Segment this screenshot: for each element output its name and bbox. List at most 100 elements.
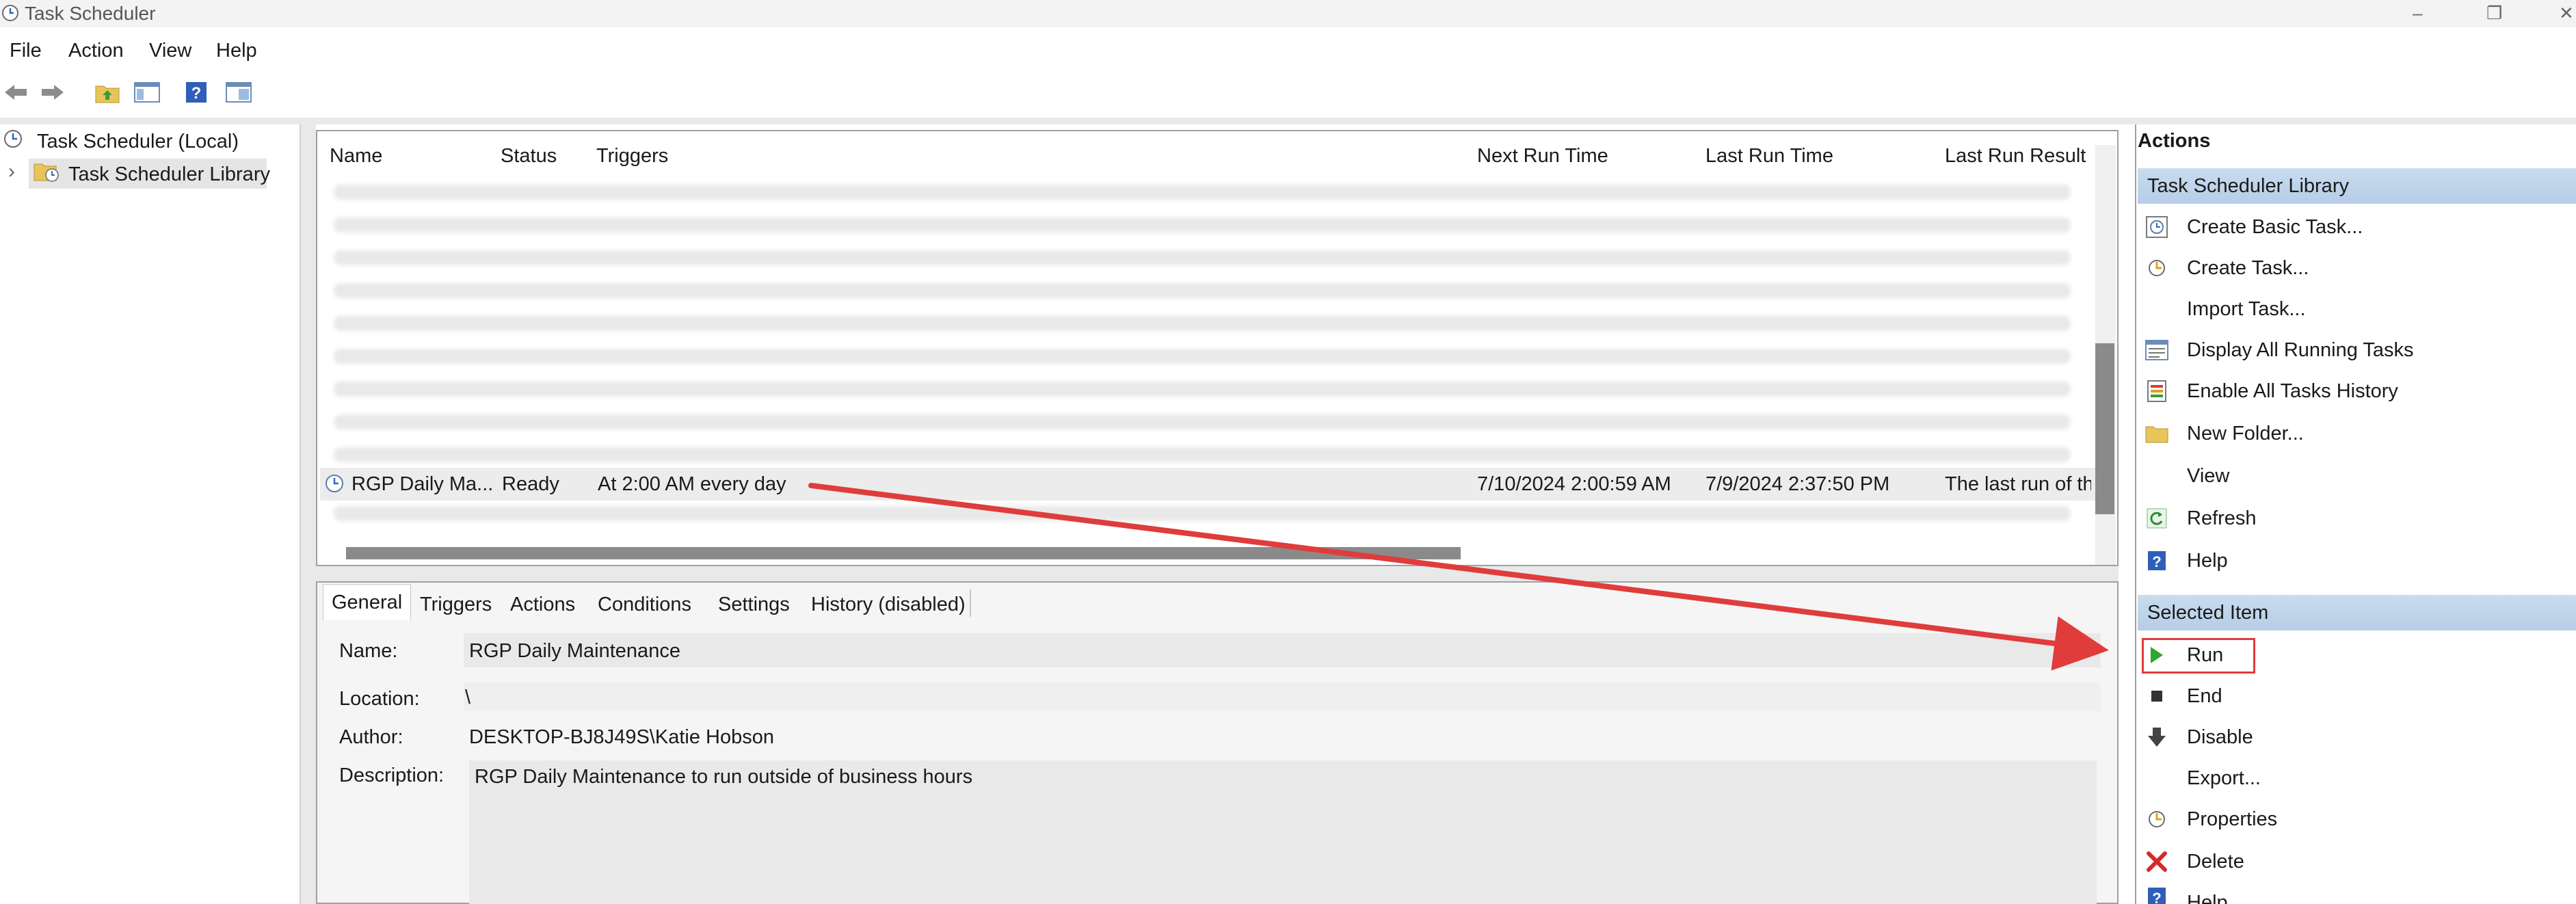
end-icon (2143, 682, 2170, 710)
action-import-task[interactable]: Import Task... (2143, 290, 2306, 328)
window-title: Task Scheduler (25, 3, 156, 24)
action-disable[interactable]: Disable (2143, 718, 2253, 756)
section-header-selected-item[interactable]: Selected Item (2138, 595, 2576, 630)
action-help-selected[interactable]: ? Help (2143, 883, 2228, 904)
action-label: Properties (2187, 808, 2278, 830)
create-task-icon (2143, 254, 2170, 282)
maximize-button[interactable]: ❐ (2486, 3, 2502, 24)
folder-up-icon[interactable] (92, 77, 123, 108)
action-label: Create Task... (2187, 256, 2309, 279)
action-create-task[interactable]: Create Task... (2143, 249, 2309, 287)
table-row-blurred[interactable] (334, 217, 2071, 232)
column-header-last-run-time[interactable]: Last Run Time (1705, 145, 1833, 168)
properties-icon (2143, 806, 2170, 833)
close-button[interactable]: ✕ (2559, 3, 2574, 24)
tab-history[interactable]: History (disabled) (808, 589, 968, 620)
horizontal-scrollbar-thumb[interactable] (346, 547, 1461, 559)
menu-view[interactable]: View (149, 40, 191, 62)
table-row-blurred[interactable] (334, 506, 2071, 521)
history-icon (2143, 377, 2170, 405)
blank-icon (2143, 765, 2170, 792)
action-display-running-tasks[interactable]: Display All Running Tasks (2143, 331, 2414, 369)
expand-chevron-icon[interactable]: › (8, 160, 15, 183)
console-tree (0, 124, 301, 904)
column-header-triggers[interactable]: Triggers (596, 145, 668, 168)
name-field[interactable] (464, 633, 2101, 667)
table-row-blurred[interactable] (334, 185, 2071, 200)
task-list: Name Status Triggers Next Run Time Last … (316, 130, 2119, 566)
tree-item-library[interactable]: Task Scheduler Library (33, 160, 270, 189)
help-icon[interactable]: ? (181, 77, 212, 108)
help-icon: ? (2143, 883, 2170, 904)
action-label: Create Basic Task... (2187, 215, 2363, 238)
menu-action[interactable]: Action (68, 40, 124, 62)
action-end[interactable]: End (2143, 677, 2222, 715)
tab-triggers[interactable]: Triggers (417, 589, 494, 620)
action-run[interactable]: Run (2143, 636, 2223, 674)
table-row-blurred[interactable] (334, 283, 2071, 298)
svg-text:?: ? (191, 84, 202, 103)
task-scheduler-app-icon (1, 4, 19, 22)
table-row-blurred[interactable] (334, 250, 2071, 265)
minimize-button[interactable]: – (2413, 3, 2422, 24)
tree-splitter[interactable] (301, 124, 316, 904)
table-row-blurred[interactable] (334, 447, 2071, 462)
tab-actions[interactable]: Actions (507, 589, 578, 620)
task-last-run-cell: 7/9/2024 2:37:50 PM (1705, 473, 1890, 495)
task-status-cell: Ready (502, 473, 559, 495)
pane-top-border (0, 118, 2576, 124)
action-properties[interactable]: Properties (2143, 800, 2277, 838)
action-enable-tasks-history[interactable]: Enable All Tasks History (2143, 372, 2398, 410)
table-row-blurred[interactable] (334, 349, 2071, 364)
svg-text:?: ? (2152, 553, 2161, 570)
table-row-blurred[interactable] (334, 382, 2071, 397)
column-header-last-run-result[interactable]: Last Run Result (1945, 145, 2086, 168)
action-label: End (2187, 684, 2222, 707)
action-label: Disable (2187, 726, 2253, 748)
task-next-run-cell: 7/10/2024 2:00:59 AM (1477, 473, 1671, 495)
tab-general[interactable]: General (323, 584, 412, 620)
column-header-status[interactable]: Status (501, 145, 557, 168)
tab-strip-divider (970, 589, 971, 617)
action-refresh[interactable]: Refresh (2143, 499, 2257, 537)
location-field[interactable] (464, 682, 2101, 711)
action-label: Display All Running Tasks (2187, 338, 2414, 361)
forward-arrow-icon[interactable] (37, 77, 68, 108)
tree-item-root[interactable]: Task Scheduler (Local) (3, 129, 239, 155)
action-export[interactable]: Export... (2143, 759, 2261, 797)
help-icon: ? (2143, 547, 2170, 574)
action-label: Delete (2187, 850, 2244, 873)
section-selected-label: Selected Item (2147, 602, 2269, 624)
menu-help[interactable]: Help (216, 40, 257, 62)
task-trigger-cell: At 2:00 AM every day (598, 473, 786, 495)
toolbar (0, 70, 2576, 118)
task-clock-icon (324, 473, 345, 497)
action-new-folder[interactable]: New Folder... (2143, 414, 2304, 453)
menu-file[interactable]: File (10, 40, 42, 62)
blank-icon (2143, 295, 2170, 323)
tab-conditions[interactable]: Conditions (595, 589, 694, 620)
location-value: \ (465, 687, 471, 708)
back-arrow-icon[interactable] (0, 77, 31, 108)
vertical-scrollbar-thumb[interactable] (2095, 343, 2114, 514)
table-row-blurred[interactable] (334, 316, 2071, 331)
action-view[interactable]: View (2143, 457, 2229, 495)
show-hide-console-tree-icon[interactable] (131, 77, 163, 108)
column-header-next-run-time[interactable]: Next Run Time (1477, 145, 1608, 168)
tab-settings[interactable]: Settings (715, 589, 793, 620)
task-last-result-cell: The last run of th (1945, 473, 2091, 495)
action-delete[interactable]: Delete (2143, 842, 2244, 881)
actions-header: Actions (2138, 130, 2211, 152)
description-value: RGP Daily Maintenance to run outside of … (475, 766, 973, 788)
action-create-basic-task[interactable]: Create Basic Task... (2143, 208, 2363, 246)
column-header-name[interactable]: Name (330, 145, 382, 168)
author-value: DESKTOP-BJ8J49S\Katie Hobson (469, 726, 774, 748)
action-help-library[interactable]: ? Help (2143, 542, 2228, 580)
section-header-library[interactable]: Task Scheduler Library (2138, 168, 2576, 204)
table-row-blurred[interactable] (334, 414, 2071, 429)
delete-icon (2143, 848, 2170, 875)
properties-icon[interactable] (223, 77, 254, 108)
section-library-label: Task Scheduler Library (2147, 175, 2349, 197)
list-detail-splitter[interactable] (316, 566, 2119, 581)
svg-text:?: ? (2152, 890, 2161, 904)
